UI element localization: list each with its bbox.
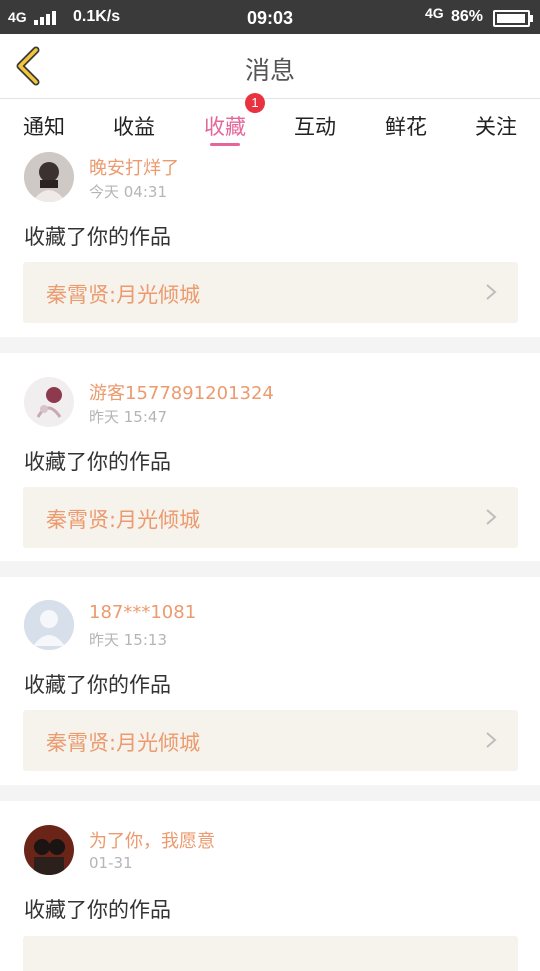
action-text: 收藏了你的作品 <box>24 225 171 249</box>
work-title: 秦霄贤:月光倾城 <box>46 283 201 307</box>
list-item: 晚安打烊了 今天 04:31 收藏了你的作品 秦霄贤:月光倾城 <box>0 151 540 337</box>
chevron-right-icon <box>486 284 497 300</box>
battery-percent: 86% <box>451 8 484 25</box>
page-title: 消息 <box>244 56 295 85</box>
timestamp: 昨天 15:13 <box>89 631 167 649</box>
list-item: 游客1577891201324 昨天 15:47 收藏了你的作品 秦霄贤:月光倾… <box>0 353 540 561</box>
status-bar: 4G 0.1K/s 09:03 4G 86% <box>0 0 540 34</box>
action-text: 收藏了你的作品 <box>24 450 171 474</box>
username[interactable]: 晚安打烊了 <box>89 154 179 180</box>
avatar[interactable] <box>24 152 74 202</box>
tab-notifications[interactable]: 通知 <box>4 111 84 141</box>
work-link[interactable]: 秦霄贤:月光倾城 <box>23 710 518 771</box>
network-indicator-right: 4G <box>425 5 444 21</box>
tab-follow[interactable]: 关注 <box>456 111 536 141</box>
nav-bar: 消息 <box>0 34 540 99</box>
chevron-right-icon <box>486 732 497 748</box>
action-text: 收藏了你的作品 <box>24 898 171 922</box>
username[interactable]: 为了你，我愿意 <box>89 827 215 853</box>
tab-bar: 通知 收益 收藏 互动 鲜花 关注 <box>0 99 540 151</box>
avatar[interactable] <box>24 825 74 875</box>
timestamp: 今天 04:31 <box>89 183 167 201</box>
list-item: 为了你，我愿意 01-31 收藏了你的作品 <box>0 801 540 971</box>
work-link[interactable]: 秦霄贤:月光倾城 <box>23 487 518 548</box>
active-tab-indicator <box>210 143 240 146</box>
work-link[interactable] <box>23 936 518 971</box>
work-link[interactable]: 秦霄贤:月光倾城 <box>23 262 518 323</box>
action-text: 收藏了你的作品 <box>24 673 171 697</box>
battery-icon <box>493 10 533 27</box>
chevron-right-icon <box>486 509 497 525</box>
username[interactable]: 游客1577891201324 <box>89 379 274 405</box>
timestamp: 昨天 15:47 <box>89 408 167 426</box>
tab-flowers[interactable]: 鲜花 <box>366 111 446 141</box>
avatar[interactable] <box>24 600 74 650</box>
tab-interactions[interactable]: 互动 <box>275 111 355 141</box>
tab-favorites[interactable]: 收藏 <box>185 111 265 146</box>
default-avatar-icon <box>24 600 74 650</box>
work-title: 秦霄贤:月光倾城 <box>46 731 201 755</box>
tab-favorites-label: 收藏 <box>204 115 246 139</box>
list-item: 187***1081 昨天 15:13 收藏了你的作品 秦霄贤:月光倾城 <box>0 577 540 785</box>
username[interactable]: 187***1081 <box>89 602 196 623</box>
timestamp: 01-31 <box>89 854 133 872</box>
tab-earnings[interactable]: 收益 <box>94 111 174 141</box>
unread-badge: 1 <box>245 93 265 113</box>
work-title: 秦霄贤:月光倾城 <box>46 508 201 532</box>
avatar[interactable] <box>24 377 74 427</box>
